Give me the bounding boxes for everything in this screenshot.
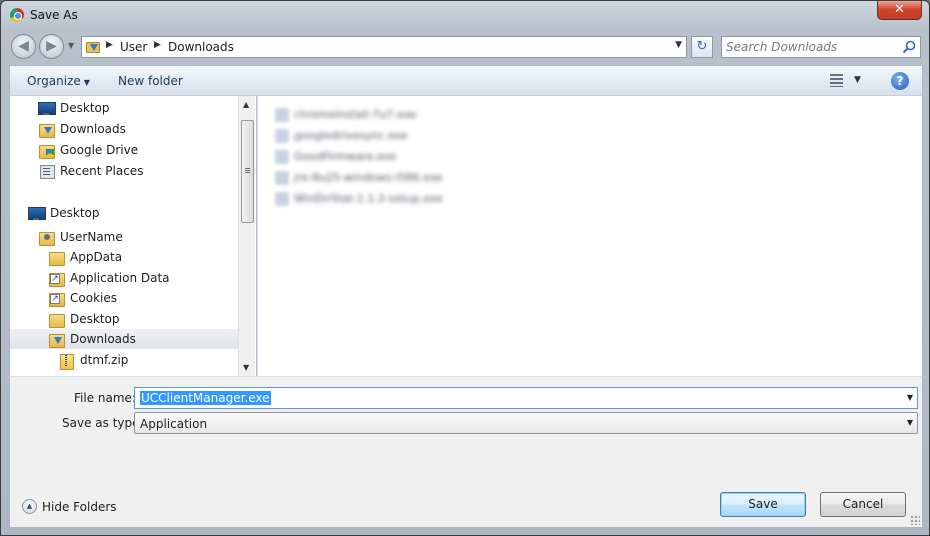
- exe-file-icon: [275, 108, 289, 122]
- sidebar-item-desktop-root[interactable]: Desktop: [28, 203, 256, 223]
- help-icon[interactable]: ?: [891, 72, 909, 90]
- downloads-folder-icon: [49, 332, 65, 348]
- save-as-type-value: Application: [140, 417, 208, 431]
- exe-file-icon: [275, 192, 289, 206]
- chevron-down-icon[interactable]: ▼: [854, 75, 861, 85]
- command-bar: Organize ▼ New folder ▼ ?: [9, 65, 923, 96]
- desktop-icon: [38, 101, 56, 115]
- change-view-button[interactable]: ▼: [828, 73, 868, 89]
- recent-places-icon: [39, 164, 55, 179]
- recent-locations-dropdown[interactable]: ▼: [68, 41, 74, 50]
- list-item[interactable]: chromeinstall-7u7.exe: [275, 106, 495, 124]
- desktop-icon: [28, 206, 46, 220]
- sidebar-item-username[interactable]: UserName: [38, 227, 256, 247]
- file-name-value[interactable]: UCClientManager.exe: [140, 391, 271, 405]
- list-item[interactable]: WinDirStat-1.1.2-setup.exe: [275, 190, 495, 208]
- folder-icon: [49, 250, 65, 266]
- sidebar-item-application-data[interactable]: Application Data: [48, 268, 256, 288]
- breadcrumb-separator-icon[interactable]: ▶: [106, 40, 113, 50]
- nav-pane-scrollbar[interactable]: ▲ ▼: [238, 96, 255, 376]
- refresh-button[interactable]: ↻: [691, 36, 713, 58]
- search-box[interactable]: [721, 36, 921, 58]
- save-as-dialog: Save As ✕ ◀ ▶ ▼ ▶ User ▶ Downloads ▼ ↻ O…: [0, 0, 930, 536]
- new-folder-button[interactable]: New folder: [118, 74, 183, 88]
- views-icon: [830, 74, 843, 87]
- zip-icon: [59, 353, 75, 370]
- breadcrumb-separator-icon[interactable]: ▶: [154, 40, 161, 50]
- navigation-bar: ◀ ▶ ▼ ▶ User ▶ Downloads ▼ ↻: [9, 31, 921, 63]
- scroll-up-icon[interactable]: ▲: [243, 100, 249, 109]
- resize-grip[interactable]: [910, 515, 920, 525]
- scroll-down-icon[interactable]: ▼: [243, 363, 249, 372]
- cancel-button[interactable]: Cancel: [820, 492, 906, 517]
- chevron-down-icon: ▼: [83, 78, 90, 87]
- back-button[interactable]: ◀: [11, 34, 36, 59]
- chrome-icon: [10, 8, 24, 22]
- sidebar-item-appdata[interactable]: AppData: [48, 247, 256, 267]
- chevron-down-icon[interactable]: ▼: [907, 393, 913, 402]
- sidebar-item-desktop-user[interactable]: Desktop: [48, 309, 256, 329]
- refresh-icon: ↻: [696, 39, 708, 54]
- exe-file-icon: [275, 150, 289, 164]
- sidebar-item-cookies[interactable]: Cookies: [48, 288, 256, 308]
- shortcut-folder-icon: [49, 271, 65, 287]
- sidebar-item-dtmf-zip[interactable]: dtmf.zip: [58, 350, 256, 370]
- sidebar-item-desktop[interactable]: Desktop: [38, 98, 256, 118]
- navigation-pane[interactable]: Desktop Downloads Google Drive Recent Pl…: [9, 96, 256, 376]
- organize-menu[interactable]: Organize ▼: [27, 74, 90, 88]
- sidebar-item-downloads-selected[interactable]: Downloads: [10, 329, 240, 349]
- title-bar[interactable]: Save As ✕: [1, 1, 929, 29]
- save-options-panel: File name: UCClientManager.exe ▼ Save as…: [9, 376, 923, 528]
- back-arrow-icon: ◀: [18, 38, 29, 54]
- breadcrumb-user[interactable]: User: [120, 40, 147, 54]
- sidebar-item-recent-places[interactable]: Recent Places: [38, 161, 256, 181]
- file-list[interactable]: chromeinstall-7u7.exe googledrivesync.ex…: [257, 96, 923, 376]
- downloads-folder-icon: [39, 122, 55, 138]
- folder-icon: [49, 312, 65, 328]
- scrollbar-thumb[interactable]: [241, 120, 254, 223]
- shortcut-folder-icon: [49, 291, 65, 307]
- forward-button[interactable]: ▶: [39, 34, 64, 59]
- close-button[interactable]: ✕: [877, 1, 922, 20]
- sidebar-item-google-drive[interactable]: Google Drive: [38, 140, 256, 160]
- exe-file-icon: [275, 129, 289, 143]
- list-item[interactable]: jre-8u25-windows-i586.exe: [275, 169, 495, 187]
- chevron-up-icon: ▲: [22, 499, 37, 514]
- window-title: Save As: [30, 8, 78, 22]
- save-as-type-label: Save as type:: [62, 416, 144, 430]
- file-name-field[interactable]: UCClientManager.exe ▼: [134, 387, 918, 409]
- search-icon[interactable]: [902, 40, 916, 54]
- address-bar[interactable]: ▶ User ▶ Downloads ▼: [81, 36, 687, 58]
- list-item[interactable]: GoodFirmware.exe: [275, 148, 495, 166]
- downloads-folder-icon: [86, 40, 100, 53]
- address-dropdown-icon[interactable]: ▼: [675, 40, 682, 50]
- file-name-label: File name:: [74, 391, 136, 405]
- google-drive-icon: [39, 143, 55, 159]
- sidebar-item-downloads[interactable]: Downloads: [38, 119, 256, 139]
- save-button[interactable]: Save: [720, 492, 806, 517]
- user-folder-icon: [39, 230, 55, 246]
- chevron-down-icon: ▼: [906, 418, 913, 427]
- save-as-type-select[interactable]: Application ▼: [134, 412, 918, 434]
- search-input[interactable]: [726, 39, 898, 55]
- exe-file-icon: [275, 171, 289, 185]
- forward-arrow-icon: ▶: [46, 38, 57, 54]
- list-item[interactable]: googledrivesync.exe: [275, 127, 495, 145]
- breadcrumb-downloads[interactable]: Downloads: [168, 40, 234, 54]
